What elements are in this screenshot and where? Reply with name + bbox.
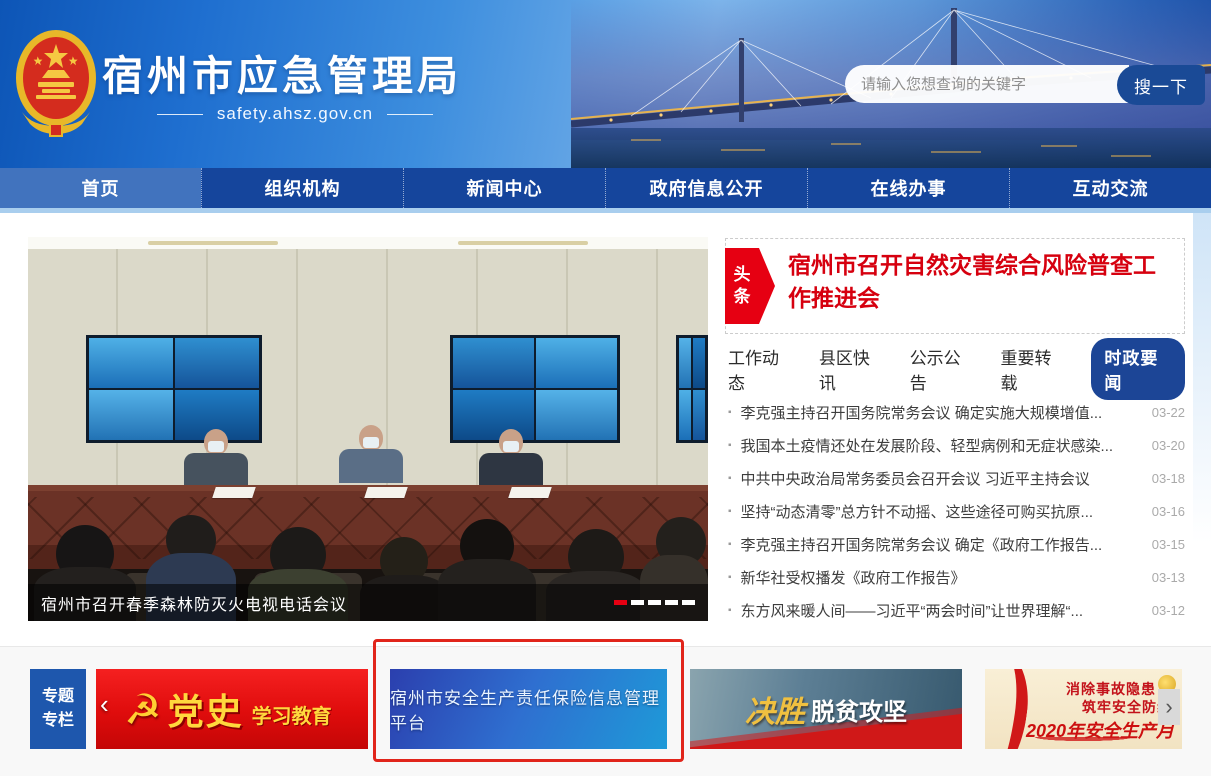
topics-prev-arrow[interactable]: ‹	[100, 691, 109, 717]
news-link[interactable]: 李克强主持召开国务院常务会议 确定实施大规模增值...	[741, 402, 1140, 423]
news-date: 03-13	[1152, 570, 1185, 585]
bullet-icon: ▪	[728, 473, 732, 484]
bullet-icon: ▪	[728, 440, 732, 451]
banner-insurance-text: 宿州市安全生产责任保险信息管理平台	[390, 684, 667, 734]
carousel-dot[interactable]	[665, 600, 678, 605]
tab-work-dynamics[interactable]: 工作动态	[728, 344, 792, 394]
carousel-caption: 宿州市召开春季森林防灭火电视电话会议	[41, 591, 347, 615]
carousel-pagination	[614, 600, 695, 605]
ceiling-light	[458, 241, 588, 245]
ceiling-light	[148, 241, 278, 245]
carousel-dot[interactable]	[682, 600, 695, 605]
search-button[interactable]: 搜一下	[1117, 65, 1205, 105]
nav-item-gov-info[interactable]: 政府信息公开	[605, 168, 807, 208]
search-input[interactable]	[845, 65, 1129, 103]
news-carousel-photo[interactable]: 宿州市召开春季森林防灭火电视电话会议	[28, 237, 708, 621]
bullet-icon: ▪	[728, 572, 732, 583]
photo-ceiling	[28, 237, 708, 249]
news-row: ▪ 中共中央政治局常务委员会召开会议 习近平主持会议 03-18	[728, 462, 1185, 495]
carousel-dot[interactable]	[631, 600, 644, 605]
headline-title[interactable]: 宿州市召开自然灾害综合风险普查工作推进会	[788, 249, 1173, 315]
bullet-icon: ▪	[728, 407, 732, 418]
red-wave-graphic	[985, 737, 1182, 745]
news-row: ▪ 李克强主持召开国务院常务会议 确定《政府工作报告... 03-15	[728, 528, 1185, 561]
banner-party-main-text: 党史	[168, 683, 244, 735]
news-row: ▪ 我国本土疫情还处在发展阶段、轻型病例和无症状感染... 03-20	[728, 429, 1185, 462]
site-title: 宿州市应急管理局	[102, 42, 462, 102]
headline-badge-char: 条	[734, 286, 751, 308]
news-link[interactable]: 我国本土疫情还处在发展阶段、轻型病例和无症状感染...	[741, 435, 1140, 456]
carousel-dot[interactable]	[648, 600, 661, 605]
news-date: 03-12	[1152, 603, 1185, 618]
page: 宿州市应急管理局 safety.ahsz.gov.cn 搜一下 首页 组织机构 …	[0, 0, 1211, 776]
topics-label[interactable]: 专题 专栏	[30, 669, 86, 749]
official-figure	[333, 425, 407, 483]
banner-poverty-alleviation[interactable]: 决胜 脱贫攻坚	[690, 669, 962, 749]
name-card	[364, 487, 408, 498]
nav-item-news-center[interactable]: 新闻中心	[403, 168, 605, 208]
nav-item-online-service[interactable]: 在线办事	[807, 168, 1009, 208]
headline-badge-char: 头	[734, 264, 751, 286]
carousel-dot[interactable]	[614, 600, 627, 605]
news-date: 03-22	[1152, 405, 1185, 420]
site-url: safety.ahsz.gov.cn	[130, 104, 460, 124]
banner-poverty-sub-text: 脱贫攻坚	[811, 692, 907, 727]
news-date: 03-15	[1152, 537, 1185, 552]
bullet-icon: ▪	[728, 539, 732, 550]
official-figure	[178, 429, 252, 487]
tab-political-news-active[interactable]: 时政要闻	[1091, 338, 1185, 400]
carousel-caption-band: 宿州市召开春季森林防灭火电视电话会议	[28, 584, 708, 621]
name-card	[212, 487, 256, 498]
topics-label-line: 专题	[42, 685, 74, 709]
video-wall-edge	[676, 335, 708, 443]
nav-item-interaction[interactable]: 互动交流	[1009, 168, 1211, 208]
official-figure	[473, 429, 547, 487]
headline-badge: 头 条	[725, 248, 759, 324]
topics-section: 专题 专栏 ☭ 党史 学习教育 宿州市安全生产责任保险信息管理平台 决胜 脱贫攻…	[0, 646, 1211, 776]
news-link[interactable]: 中共中央政治局常务委员会召开会议 习近平主持会议	[741, 468, 1140, 489]
bullet-icon: ▪	[728, 506, 732, 517]
main-nav: 首页 组织机构 新闻中心 政府信息公开 在线办事 互动交流	[0, 168, 1211, 208]
banner-insurance-platform[interactable]: 宿州市安全生产责任保险信息管理平台	[390, 669, 667, 749]
news-list: ▪ 李克强主持召开国务院常务会议 确定实施大规模增值... 03-22 ▪ 我国…	[728, 396, 1185, 627]
news-link[interactable]: 坚持“动态清零”总方针不动摇、这些途径可购买抗原...	[741, 501, 1140, 522]
banner-party-sub-text: 学习教育	[252, 700, 332, 729]
topics-label-line: 专栏	[42, 709, 74, 733]
news-date: 03-16	[1152, 504, 1185, 519]
news-row: ▪ 坚持“动态清零”总方针不动摇、这些途径可购买抗原... 03-16	[728, 495, 1185, 528]
banner-poverty-main-text: 决胜	[745, 687, 805, 731]
bullet-icon: ▪	[728, 605, 732, 616]
news-link[interactable]: 东方风来暖人间——习近平“两会时间”让世界理解“...	[741, 600, 1140, 621]
name-card	[508, 487, 552, 498]
tab-reprints[interactable]: 重要转载	[1001, 344, 1065, 394]
national-emblem-logo	[12, 26, 100, 138]
banner-party-history[interactable]: ☭ 党史 学习教育	[96, 669, 368, 749]
search-bar: 搜一下	[845, 65, 1205, 105]
nav-item-organization[interactable]: 组织机构	[201, 168, 403, 208]
hammer-sickle-icon: ☭	[124, 685, 162, 734]
right-edge-gradient	[1193, 213, 1211, 543]
nav-item-home[interactable]: 首页	[0, 168, 201, 208]
tab-public-notice[interactable]: 公示公告	[910, 344, 974, 394]
site-header: 宿州市应急管理局 safety.ahsz.gov.cn 搜一下	[0, 0, 1211, 168]
news-tabs: 工作动态 县区快讯 公示公告 重要转载 时政要闻	[728, 352, 1185, 386]
topics-next-arrow[interactable]: ›	[1158, 689, 1180, 725]
tab-county-news[interactable]: 县区快讯	[819, 344, 883, 394]
headline-box: 头 条 宿州市召开自然灾害综合风险普查工作推进会	[725, 238, 1185, 334]
news-link[interactable]: 李克强主持召开国务院常务会议 确定《政府工作报告...	[741, 534, 1140, 555]
news-date: 03-18	[1152, 471, 1185, 486]
news-link[interactable]: 新华社受权播发《政府工作报告》	[741, 567, 1140, 588]
video-wall-right	[450, 335, 620, 443]
video-wall-left	[86, 335, 262, 443]
news-date: 03-20	[1152, 438, 1185, 453]
news-row: ▪ 东方风来暖人间——习近平“两会时间”让世界理解“... 03-12	[728, 594, 1185, 627]
news-row: ▪ 李克强主持召开国务院常务会议 确定实施大规模增值... 03-22	[728, 396, 1185, 429]
banner-safety-line1: 消除事故隐患	[1066, 679, 1156, 699]
nav-underline	[0, 208, 1211, 213]
banner-safety-month[interactable]: 消除事故隐患 筑牢安全防线 2020年安全生产月	[985, 669, 1182, 749]
news-row: ▪ 新华社受权播发《政府工作报告》 03-13	[728, 561, 1185, 594]
